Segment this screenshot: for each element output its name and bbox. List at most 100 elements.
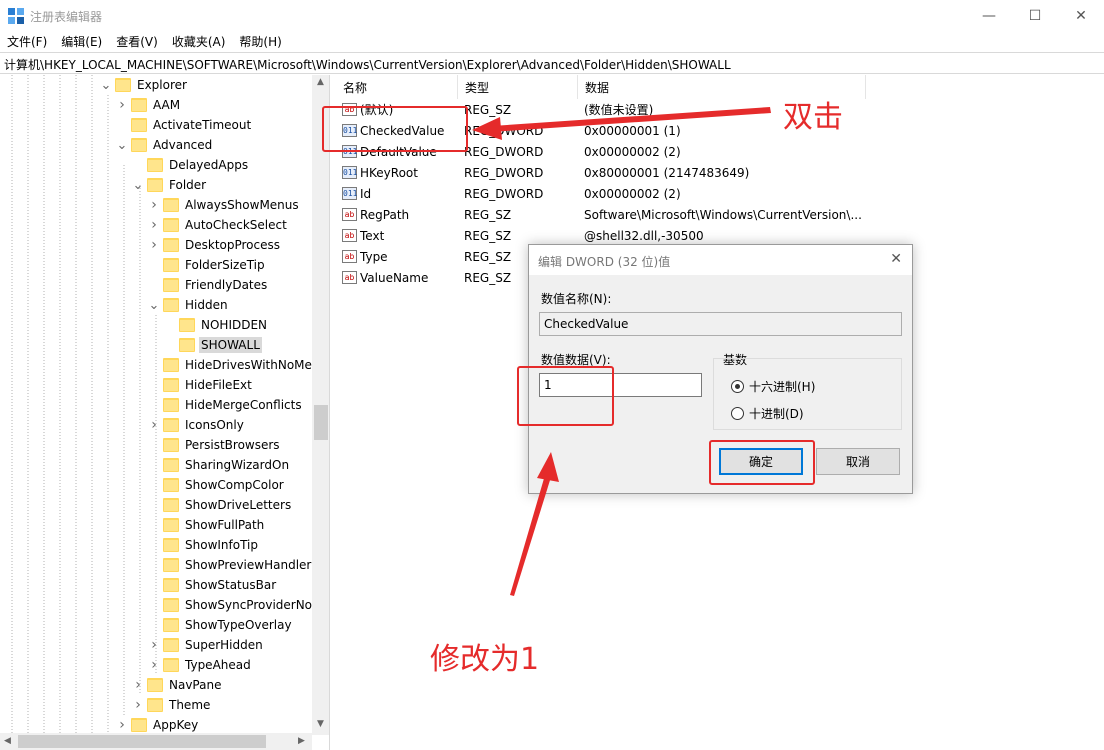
list-row[interactable]: ab Text REG_SZ @shell32.dll,-30500 [336, 225, 866, 246]
tree-item[interactable]: › AutoCheckSelect [148, 215, 289, 235]
hex-radio-button[interactable] [731, 380, 744, 393]
tree-item[interactable]: › IconsOnly [148, 415, 246, 435]
close-button[interactable]: ✕ [1058, 0, 1104, 31]
chevron-down-icon[interactable]: ⌄ [100, 75, 112, 95]
list-row[interactable]: ab RegPath REG_SZ Software\Microsoft\Window… [336, 204, 866, 225]
column-type[interactable]: 类型 [458, 75, 578, 99]
chevron-right-icon[interactable]: › [132, 675, 144, 695]
tree-item[interactable]: ActivateTimeout [116, 115, 253, 135]
tree-item-label: FriendlyDates [185, 278, 268, 292]
scroll-down-arrow-icon[interactable]: ▼ [317, 719, 324, 729]
cancel-button[interactable]: 取消 [816, 448, 900, 475]
list-row[interactable]: 011 HKeyRoot REG_DWORD 0x80000001 (21474836… [336, 162, 866, 183]
scroll-left-arrow-icon[interactable]: ◀ [4, 736, 11, 746]
tree-item[interactable]: ⌄ Advanced [116, 135, 214, 155]
minimize-button[interactable]: — [966, 0, 1012, 31]
tree-vertical-scroll-thumb[interactable] [314, 405, 328, 440]
menu-view[interactable]: 查看(V) [109, 31, 165, 51]
tree-item[interactable]: ShowStatusBar [148, 575, 278, 595]
annotation-box-value-data [517, 366, 614, 426]
tree-item[interactable]: HideMergeConflicts [148, 395, 304, 415]
folder-icon [163, 198, 179, 212]
menu-favorites[interactable]: 收藏夹(A) [165, 31, 233, 51]
tree-vertical-scrollbar[interactable]: ▲ ▼ [312, 75, 329, 735]
tree-item[interactable]: ShowInfoTip [148, 535, 260, 555]
chevron-right-icon[interactable]: › [116, 95, 128, 115]
tree-item[interactable]: ShowSyncProviderNot [148, 595, 319, 615]
decimal-radio-button[interactable] [731, 407, 744, 420]
value-type: REG_DWORD [464, 123, 544, 138]
tree-item[interactable]: SHOWALL [164, 335, 262, 355]
chevron-right-icon[interactable]: › [148, 215, 160, 235]
folder-icon [163, 478, 179, 492]
chevron-right-icon[interactable]: › [116, 715, 128, 735]
address-bar[interactable]: 计算机\HKEY_LOCAL_MACHINE\SOFTWARE\Microsof… [0, 52, 1104, 74]
tree-item[interactable]: FriendlyDates [148, 275, 269, 295]
menu-edit[interactable]: 编辑(E) [54, 31, 109, 51]
tree-horizontal-scrollbar[interactable]: ◀ ▶ [0, 733, 312, 750]
scroll-up-arrow-icon[interactable]: ▲ [317, 77, 324, 87]
tree-item[interactable]: SharingWizardOn [148, 455, 291, 475]
list-row[interactable]: 011 Id REG_DWORD 0x00000002 (2) [336, 183, 866, 204]
chevron-right-icon[interactable]: › [132, 695, 144, 715]
tree-item[interactable]: PersistBrowsers [148, 435, 282, 455]
scroll-right-arrow-icon[interactable]: ▶ [298, 736, 305, 746]
tree-item-label: Advanced [153, 138, 213, 152]
tree-item-label: ShowCompColor [185, 478, 284, 492]
chevron-right-icon[interactable]: › [148, 635, 160, 655]
tree-item[interactable]: ⌄ Folder [132, 175, 208, 195]
chevron-right-icon[interactable]: › [148, 655, 160, 675]
decimal-radio-option[interactable]: 十进制(D) [731, 405, 804, 422]
string-value-icon: ab [342, 271, 357, 284]
folder-icon [163, 618, 179, 632]
tree-item-label: TypeAhead [185, 658, 251, 672]
menu-help[interactable]: 帮助(H) [232, 31, 288, 51]
menu-file[interactable]: 文件(F) [0, 31, 54, 51]
tree-item[interactable]: NOHIDDEN [164, 315, 269, 335]
tree-item[interactable]: › TypeAhead [148, 655, 253, 675]
tree-item[interactable]: › SuperHidden [148, 635, 265, 655]
tree-item[interactable]: › DesktopProcess [148, 235, 282, 255]
tree-item[interactable]: ⌄ Explorer [100, 75, 189, 95]
tree-item[interactable]: FolderSizeTip [148, 255, 267, 275]
value-data: 0x80000001 (2147483649) [584, 165, 750, 180]
folder-icon [163, 238, 179, 252]
tree-item[interactable]: HideFileExt [148, 375, 254, 395]
chevron-down-icon[interactable]: ⌄ [132, 175, 144, 195]
tree-item[interactable]: › AppKey [116, 715, 200, 735]
column-name[interactable]: 名称 [336, 75, 458, 99]
tree-item[interactable]: ShowCompColor [148, 475, 286, 495]
tree-horizontal-scroll-thumb[interactable] [18, 735, 266, 748]
tree-item[interactable]: › AlwaysShowMenus [148, 195, 301, 215]
maximize-button[interactable]: ☐ [1012, 0, 1058, 31]
chevron-right-icon[interactable]: › [148, 415, 160, 435]
tree-item-label: ShowFullPath [185, 518, 265, 532]
hex-radio-option[interactable]: 十六进制(H) [731, 378, 815, 395]
tree-item[interactable]: HideDrivesWithNoMe [148, 355, 314, 375]
value-type: REG_SZ [464, 228, 512, 243]
tree-item[interactable]: › Theme [132, 695, 212, 715]
dialog-close-icon[interactable]: ✕ [890, 251, 902, 267]
value-type: REG_DWORD [464, 186, 544, 201]
tree-item[interactable]: ⌄ Hidden [148, 295, 230, 315]
chevron-right-icon[interactable]: › [148, 235, 160, 255]
tree-item[interactable]: ShowPreviewHandlers [148, 555, 320, 575]
chevron-right-icon[interactable]: › [148, 195, 160, 215]
tree-item[interactable]: ShowDriveLetters [148, 495, 293, 515]
folder-icon [163, 418, 179, 432]
tree-item[interactable]: DelayedApps [132, 155, 250, 175]
folder-icon [131, 138, 147, 152]
tree-item[interactable]: › AAM [116, 95, 182, 115]
chevron-down-icon[interactable]: ⌄ [148, 295, 160, 315]
chevron-down-icon[interactable]: ⌄ [116, 135, 128, 155]
tree-item-label: DelayedApps [169, 158, 249, 172]
tree-item[interactable]: › NavPane [132, 675, 223, 695]
tree-item[interactable]: ShowTypeOverlay [148, 615, 294, 635]
tree-item[interactable]: ShowFullPath [148, 515, 266, 535]
